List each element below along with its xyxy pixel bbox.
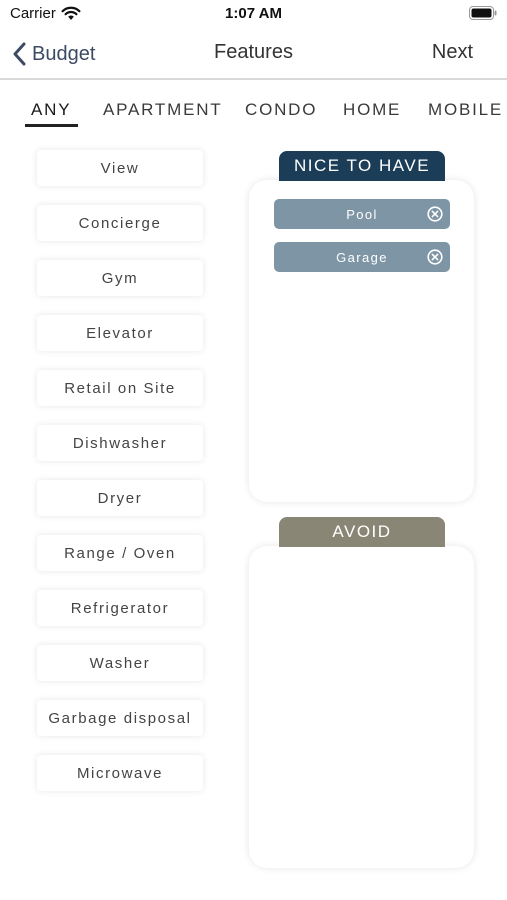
tab-home[interactable]: HOME [343, 100, 401, 120]
navigation-bar: Budget Features Next [0, 30, 507, 80]
feature-item-microwave[interactable]: Microwave [37, 755, 203, 791]
tab-condo[interactable]: CONDO [245, 100, 317, 120]
feature-item-gym[interactable]: Gym [37, 260, 203, 296]
active-tab-indicator [25, 124, 78, 127]
feature-item-elevator[interactable]: Elevator [37, 315, 203, 351]
feature-item-washer[interactable]: Washer [37, 645, 203, 681]
property-type-tabs: ANY APARTMENT CONDO HOME MOBILE H [0, 82, 507, 128]
status-time: 1:07 AM [225, 5, 282, 22]
battery-icon [469, 6, 497, 20]
avoid-dropzone[interactable] [249, 546, 474, 868]
next-button[interactable]: Next [432, 41, 473, 64]
feature-item-garbage-disposal[interactable]: Garbage disposal [37, 700, 203, 736]
nice-to-have-chip-pool[interactable]: Pool [274, 199, 450, 229]
feature-item-refrigerator[interactable]: Refrigerator [37, 590, 203, 626]
status-bar: Carrier 1:07 AM [0, 0, 507, 30]
remove-circle-icon[interactable] [427, 249, 443, 265]
chip-label: Pool [346, 206, 378, 222]
feature-item-dryer[interactable]: Dryer [37, 480, 203, 516]
tab-apartment[interactable]: APARTMENT [103, 100, 222, 120]
tab-mobile-home[interactable]: MOBILE H [428, 100, 507, 120]
feature-item-retail-on-site[interactable]: Retail on Site [37, 370, 203, 406]
tab-any[interactable]: ANY [31, 100, 71, 120]
remove-circle-icon[interactable] [427, 206, 443, 222]
feature-item-dishwasher[interactable]: Dishwasher [37, 425, 203, 461]
avoid-header: AVOID [279, 517, 445, 547]
feature-item-view[interactable]: View [37, 150, 203, 186]
nice-to-have-chip-garage[interactable]: Garage [274, 242, 450, 272]
feature-item-concierge[interactable]: Concierge [37, 205, 203, 241]
chip-label: Garage [336, 249, 388, 265]
nice-to-have-header: NICE TO HAVE [279, 151, 445, 181]
feature-item-range-oven[interactable]: Range / Oven [37, 535, 203, 571]
